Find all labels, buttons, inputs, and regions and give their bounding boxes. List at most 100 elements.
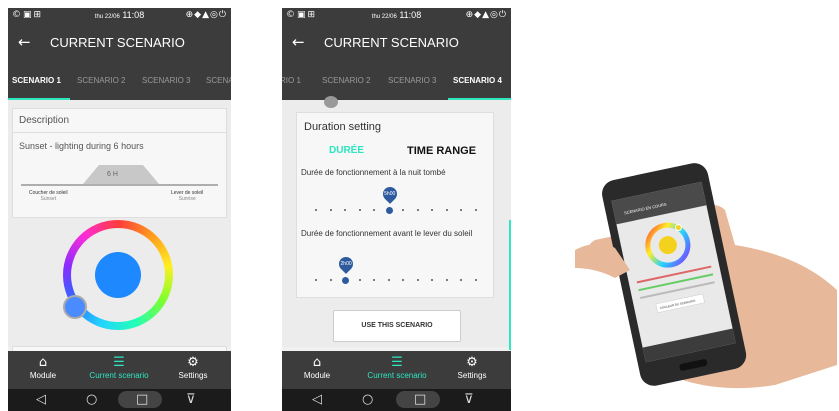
tab-scenario-1[interactable]: RIO 1: [282, 76, 301, 85]
slider-tick: [344, 209, 347, 211]
tab-scenario-2[interactable]: SCENARIO 2: [77, 76, 125, 85]
slider-tick: [475, 209, 477, 211]
sliders-icon: ☰: [391, 355, 403, 370]
slider-knob[interactable]: [385, 207, 393, 214]
app-bar: ← CURRENT SCENARIO: [282, 24, 511, 62]
tab-scenario-2[interactable]: SCENARIO 2: [322, 76, 370, 85]
gear-icon: ⚙: [466, 355, 478, 370]
duration-label: 6 H: [107, 171, 118, 178]
slider-tick: [358, 209, 361, 211]
slider-value-label: 2h00: [340, 261, 352, 267]
status-date: thu 22/06: [371, 14, 397, 20]
bottom-navigation: ⌂ Module ☰ Current scenario ⚙ Settings: [282, 351, 511, 391]
nav-settings[interactable]: ⚙ Settings: [158, 355, 228, 380]
page-title: CURRENT SCENARIO: [324, 35, 459, 50]
bottom-navigation: ⌂ Module ☰ Current scenario ⚙ Settings: [8, 351, 231, 391]
color-wheel-handle[interactable]: [63, 295, 87, 319]
description-text: Sunset - lighting during 6 hours: [19, 141, 144, 151]
menu-down-icon[interactable]: ⊽: [464, 392, 474, 407]
divider: [13, 132, 226, 133]
system-status-icons: ⊕◆▲◎⏻: [465, 10, 507, 20]
slider-tick: [431, 209, 434, 211]
menu-down-icon[interactable]: ⊽: [186, 392, 196, 407]
slider1-label: Durée de fonctionnement à la nuit tombé: [301, 168, 446, 177]
status-bar: ©▣⊞ thu 22/06 11:08 ⊕◆▲◎⏻: [282, 8, 511, 24]
recent-apps-icon[interactable]: □: [136, 392, 148, 407]
scenario-content: Description Sunset - lighting during 6 h…: [8, 100, 231, 358]
sunrise-sublabel: Sunrise: [178, 196, 196, 202]
status-time: 11:08: [399, 10, 422, 20]
tab-scenario-1[interactable]: SCENARIO 1: [12, 76, 61, 85]
nav-module[interactable]: ⌂ Module: [8, 355, 78, 380]
slider-tick: [402, 209, 405, 211]
nav-module[interactable]: ⌂ Module: [282, 355, 352, 380]
slider2-label: Durée de fonctionnement avant le lever d…: [301, 229, 473, 238]
status-bar: ©▣⊞ thu 22/06 11:08 ⊕◆▲◎⏻: [8, 8, 231, 24]
system-navigation: ◁ ○ □ ⊽: [8, 389, 231, 411]
back-triangle-icon[interactable]: ◁: [36, 392, 46, 407]
mode-time-range-toggle[interactable]: TIME RANGE: [407, 145, 476, 157]
hand-holding-phone-photo: SCENARIO EN COURS COULEUR DU SCENARIO: [575, 163, 837, 389]
selected-color-preview: [95, 252, 141, 298]
lighting-timeline-graphic: [21, 165, 218, 186]
back-arrow-icon[interactable]: ←: [292, 33, 305, 51]
slider-tick: [402, 279, 405, 281]
slider-tick: [329, 209, 332, 211]
slider-tick: [387, 279, 390, 281]
slider-knob[interactable]: [342, 277, 350, 284]
home-icon: ⌂: [312, 355, 322, 370]
slider-value-label: 5h00: [384, 191, 396, 197]
slider-tick: [475, 279, 477, 281]
sliders-icon: ☰: [113, 355, 125, 370]
status-time: 11:08: [122, 10, 145, 20]
sunrise-duration-slider[interactable]: 2h00: [315, 254, 477, 285]
description-card: Description Sunset - lighting during 6 h…: [12, 108, 227, 218]
slider-tick: [416, 209, 419, 211]
page-title: CURRENT SCENARIO: [50, 35, 185, 50]
tab-scenario-4[interactable]: SCENARIO 4: [453, 76, 502, 85]
scrollbar[interactable]: [509, 220, 511, 350]
duration-setting-title: Duration setting: [304, 121, 382, 133]
night-duration-slider[interactable]: 5h00: [315, 184, 477, 215]
recent-apps-icon[interactable]: □: [414, 392, 426, 407]
system-status-icons: ⊕◆▲◎⏻: [185, 10, 227, 20]
app-bar: ← CURRENT SCENARIO: [8, 24, 231, 62]
home-icon: ⌂: [38, 355, 48, 370]
scenario-tabs: SCENARIO 1 SCENARIO 2 SCENARIO 3 SCENA: [8, 62, 231, 100]
tab-scenario-3[interactable]: SCENARIO 3: [142, 76, 190, 85]
nav-settings[interactable]: ⚙ Settings: [437, 355, 507, 380]
back-arrow-icon[interactable]: ←: [18, 33, 31, 51]
phone-screen-2: ©▣⊞ thu 22/06 11:08 ⊕◆▲◎⏻ ← CURRENT SCEN…: [282, 8, 511, 411]
gear-icon: ⚙: [187, 355, 199, 370]
slider-tick: [329, 279, 332, 281]
scroll-handle: [324, 96, 338, 108]
slider-tick: [416, 279, 419, 281]
sunset-sublabel: Sunset: [40, 196, 57, 202]
slider-tick: [315, 279, 317, 281]
scenario-tabs: RIO 1 SCENARIO 2 SCENARIO 3 SCENARIO 4: [282, 62, 511, 100]
phone-screen-1: ©▣⊞ thu 22/06 11:08 ⊕◆▲◎⏻ ← CURRENT SCEN…: [8, 8, 231, 411]
use-scenario-button[interactable]: USE THIS SCENARIO: [333, 310, 461, 342]
slider-tick: [460, 279, 463, 281]
slider-tick: [373, 209, 376, 211]
system-navigation: ◁ ○ □ ⊽: [282, 389, 511, 411]
handheld-phone: SCENARIO EN COURS COULEUR DU SCENARIO: [602, 163, 747, 386]
mode-duree-toggle[interactable]: DURÉE: [329, 145, 364, 156]
status-date: thu 22/06: [94, 14, 120, 20]
nav-current-scenario[interactable]: ☰ Current scenario: [84, 355, 154, 380]
nav-current-scenario[interactable]: ☰ Current scenario: [362, 355, 432, 380]
home-circle-icon[interactable]: ○: [86, 392, 97, 407]
slider-tick: [373, 279, 376, 281]
duration-setting-card: Duration setting DURÉE TIME RANGE Durée …: [296, 112, 494, 298]
slider-tick: [460, 209, 463, 211]
slider-tick: [358, 279, 361, 281]
tab-scenario-4[interactable]: SCENA: [206, 76, 231, 85]
slider-tick: [431, 279, 434, 281]
slider-tick: [315, 209, 317, 211]
home-circle-icon[interactable]: ○: [362, 392, 373, 407]
slider-tick: [445, 209, 448, 211]
scenario-content: Duration setting DURÉE TIME RANGE Durée …: [282, 96, 511, 350]
back-triangle-icon[interactable]: ◁: [312, 392, 322, 407]
duration-bar: [83, 165, 159, 184]
tab-scenario-3[interactable]: SCENARIO 3: [388, 76, 436, 85]
